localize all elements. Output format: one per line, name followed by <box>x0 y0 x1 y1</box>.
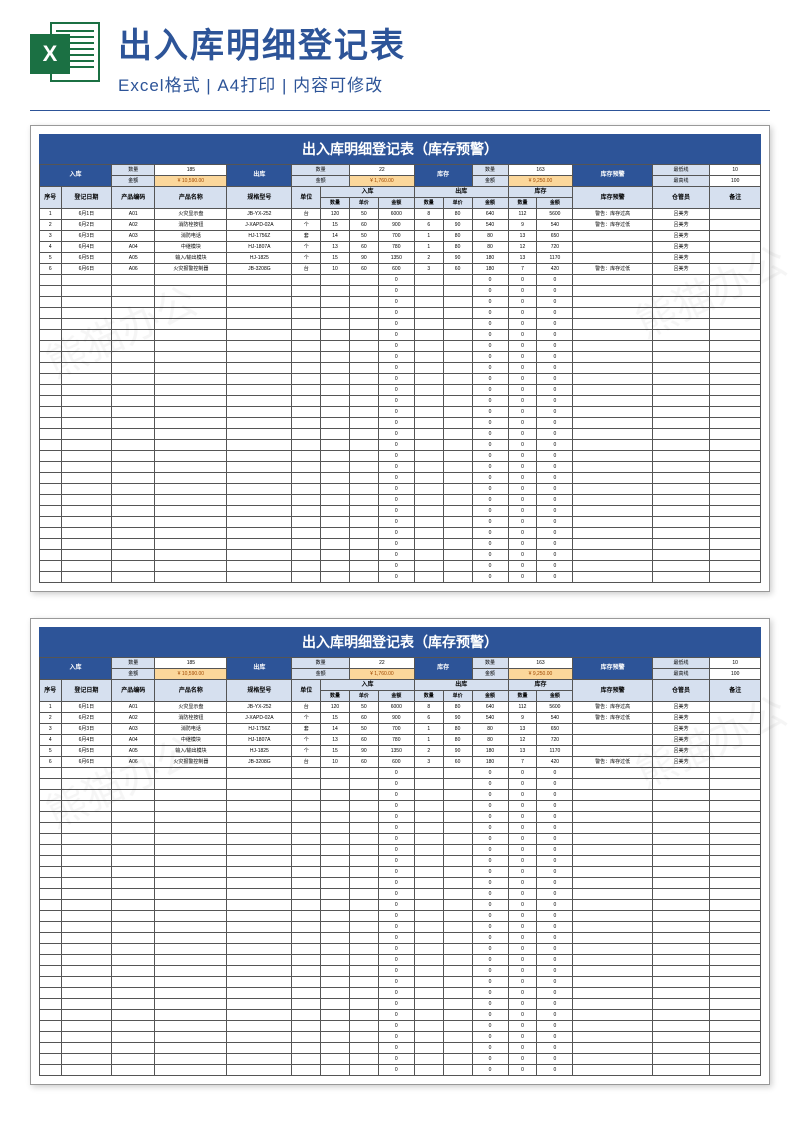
page-title: 出入库明细登记表 <box>118 18 770 67</box>
table-row: 0000 <box>40 374 761 385</box>
table-row: 0000 <box>40 955 761 966</box>
table-row: 0000 <box>40 319 761 330</box>
table-row: 0000 <box>40 341 761 352</box>
table-row: 0000 <box>40 1043 761 1054</box>
table-row: 0000 <box>40 297 761 308</box>
table-row: 46月4日A04中继模块HJ-1807A个13607801808012720吕美… <box>40 242 761 253</box>
table-row: 0000 <box>40 330 761 341</box>
table-row: 0000 <box>40 867 761 878</box>
table-row: 0000 <box>40 889 761 900</box>
table-row: 0000 <box>40 451 761 462</box>
table-row: 0000 <box>40 385 761 396</box>
table-row: 0000 <box>40 790 761 801</box>
table-row: 0000 <box>40 462 761 473</box>
table-row: 0000 <box>40 396 761 407</box>
sheet-title: 出入库明细登记表（库存预警） <box>39 134 761 164</box>
table-row: 26月2日A02消防栓按钮J-XAPD-02A个1560900690540954… <box>40 713 761 724</box>
excel-icon: X <box>30 18 100 88</box>
table-row: 0000 <box>40 779 761 790</box>
table-row: 0000 <box>40 845 761 856</box>
table-row: 0000 <box>40 1032 761 1043</box>
sheet-preview-1: 出入库明细登记表（库存预警）入库数量185出库数量22库存数量163库存预警最低… <box>30 125 770 592</box>
table-row: 0000 <box>40 823 761 834</box>
table-row: 0000 <box>40 812 761 823</box>
table-row: 0000 <box>40 911 761 922</box>
table-row: 0000 <box>40 561 761 572</box>
summary-table: 入库数量185出库数量22库存数量163库存预警最低线10金额¥ 10,590.… <box>39 657 761 1076</box>
table-row: 0000 <box>40 506 761 517</box>
table-row: 0000 <box>40 517 761 528</box>
table-row: 0000 <box>40 878 761 889</box>
table-row: 0000 <box>40 944 761 955</box>
divider <box>30 110 770 111</box>
table-row: 16月1日A01火灾显示盘JB-YX-252台12050600088064011… <box>40 209 761 220</box>
table-row: 0000 <box>40 1065 761 1076</box>
table-row: 0000 <box>40 407 761 418</box>
sheet-preview-2: 出入库明细登记表（库存预警）入库数量185出库数量22库存数量163库存预警最低… <box>30 618 770 1085</box>
table-row: 0000 <box>40 308 761 319</box>
table-row: 0000 <box>40 550 761 561</box>
table-row: 0000 <box>40 999 761 1010</box>
table-row: 0000 <box>40 363 761 374</box>
table-row: 0000 <box>40 966 761 977</box>
table-row: 0000 <box>40 352 761 363</box>
table-row: 0000 <box>40 922 761 933</box>
table-row: 56月5日A05输入/输出模块HJ-1825个15901350290180131… <box>40 746 761 757</box>
table-row: 36月3日A03消防电话HJ-1756Z套14507001808013650吕美… <box>40 724 761 735</box>
table-row: 16月1日A01火灾显示盘JB-YX-252台12050600088064011… <box>40 702 761 713</box>
table-row: 46月4日A04中继模块HJ-1807A个13607801808012720吕美… <box>40 735 761 746</box>
table-row: 0000 <box>40 286 761 297</box>
table-row: 56月5日A05输入/输出模块HJ-1825个15901350290180131… <box>40 253 761 264</box>
table-row: 0000 <box>40 768 761 779</box>
sheet-title: 出入库明细登记表（库存预警） <box>39 627 761 657</box>
table-row: 0000 <box>40 1054 761 1065</box>
table-row: 0000 <box>40 484 761 495</box>
table-row: 0000 <box>40 834 761 845</box>
table-row: 0000 <box>40 977 761 988</box>
table-row: 0000 <box>40 429 761 440</box>
summary-table: 入库数量185出库数量22库存数量163库存预警最低线10金额¥ 10,590.… <box>39 164 761 583</box>
table-row: 0000 <box>40 495 761 506</box>
table-row: 0000 <box>40 801 761 812</box>
table-row: 0000 <box>40 856 761 867</box>
table-row: 0000 <box>40 900 761 911</box>
table-row: 0000 <box>40 440 761 451</box>
table-row: 0000 <box>40 528 761 539</box>
table-row: 36月3日A03消防电话HJ-1756Z套14507001808013650吕美… <box>40 231 761 242</box>
table-row: 0000 <box>40 1010 761 1021</box>
table-row: 0000 <box>40 473 761 484</box>
page-subtitle: Excel格式 | A4打印 | 内容可修改 <box>118 71 770 96</box>
table-row: 0000 <box>40 418 761 429</box>
table-row: 66月6日A06火灾报警控制器JB-3208G台1060600360180742… <box>40 757 761 768</box>
table-row: 0000 <box>40 539 761 550</box>
table-row: 66月6日A06火灾报警控制器JB-3208G台1060600360180742… <box>40 264 761 275</box>
table-row: 0000 <box>40 933 761 944</box>
table-row: 0000 <box>40 275 761 286</box>
table-row: 0000 <box>40 1021 761 1032</box>
table-row: 26月2日A02消防栓按钮J-XAPD-02A个1560900690540954… <box>40 220 761 231</box>
table-row: 0000 <box>40 988 761 999</box>
table-row: 0000 <box>40 572 761 583</box>
page-header: X 出入库明细登记表 Excel格式 | A4打印 | 内容可修改 <box>0 0 800 104</box>
